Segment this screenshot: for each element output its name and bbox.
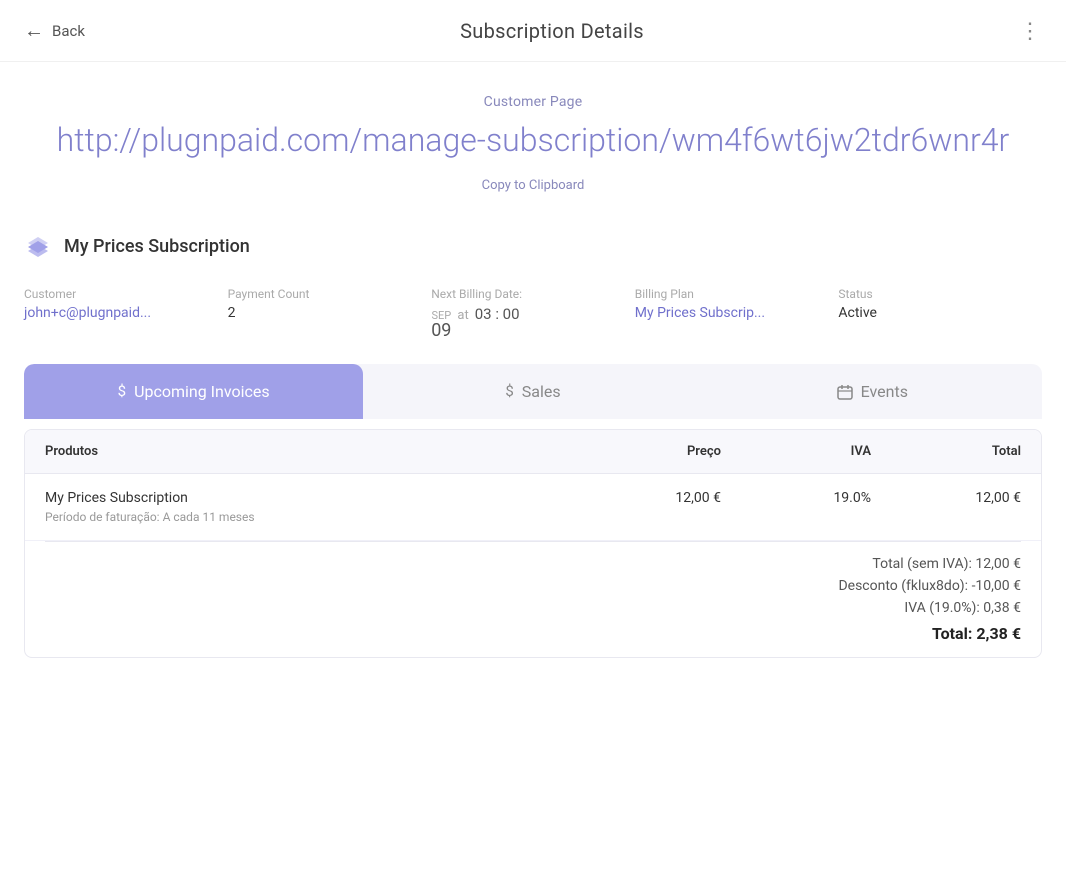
grand-total-value: 2,38 € <box>976 624 1021 643</box>
status-value: Active <box>838 305 1042 321</box>
billing-plan-col: Billing Plan My Prices Subscrip... <box>635 287 839 321</box>
tab-events-label: Events <box>861 382 908 401</box>
col-iva: IVA <box>721 444 871 459</box>
tab-sales-label: Sales <box>522 382 561 401</box>
grand-total-line: Total: 2,38 € <box>45 624 1021 643</box>
desconto-value: -10,00 € <box>972 578 1021 594</box>
row-period: Período de faturação: A cada 11 meses <box>45 510 1021 524</box>
col-total: Total <box>871 444 1021 459</box>
invoice-table: Produtos Preço IVA Total My Prices Subsc… <box>24 429 1042 658</box>
customer-page-label: Customer Page <box>40 94 1026 110</box>
payment-count-value: 2 <box>228 305 432 321</box>
billing-time: 03 : 00 <box>475 305 520 323</box>
subscription-name: My Prices Subscription <box>64 236 250 257</box>
table-row: My Prices Subscription 12,00 € 19.0% 12,… <box>25 474 1041 541</box>
billing-plan-value[interactable]: My Prices Subscrip... <box>635 305 839 321</box>
calendar-icon-events <box>837 382 853 400</box>
status-col: Status Active <box>838 287 1042 321</box>
iva-value: 0,38 € <box>983 600 1021 616</box>
row-preco: 12,00 € <box>571 490 721 506</box>
billing-date-value: SEP 09 at 03 : 00 <box>431 305 635 340</box>
tabs-container: $ Upcoming Invoices $ Sales Events <box>0 364 1066 419</box>
more-icon: ⋮ <box>1019 18 1042 43</box>
billing-day: 09 <box>431 322 451 340</box>
customer-col: Customer john+c@plugnpaid... <box>24 287 228 321</box>
dollar-icon-sales: $ <box>505 382 513 400</box>
layers-icon <box>24 233 52 261</box>
billing-date-col: Next Billing Date: SEP 09 at 03 : 00 <box>431 287 635 340</box>
back-arrow-icon: ← <box>24 18 44 43</box>
customer-label: Customer <box>24 287 228 301</box>
copy-clipboard-button[interactable]: Copy to Clipboard <box>482 178 585 193</box>
tab-upcoming-invoices[interactable]: $ Upcoming Invoices <box>24 364 363 419</box>
total-sem-iva-label: Total (sem IVA): <box>872 556 972 572</box>
billing-plan-label: Billing Plan <box>635 287 839 301</box>
tab-sales[interactable]: $ Sales <box>363 364 702 419</box>
dollar-icon-upcoming: $ <box>118 382 126 400</box>
table-header: Produtos Preço IVA Total <box>25 430 1041 474</box>
header: ← Back Subscription Details ⋮ <box>0 0 1066 62</box>
tab-upcoming-label: Upcoming Invoices <box>134 382 270 401</box>
billing-at: at <box>457 308 468 323</box>
customer-page-section: Customer Page http://plugnpaid.com/manag… <box>0 62 1066 213</box>
desconto-label: Desconto (fklux8do): <box>838 578 968 594</box>
totals-section: Total (sem IVA): 12,00 € Desconto (fklux… <box>25 542 1041 657</box>
status-label: Status <box>838 287 1042 301</box>
back-button[interactable]: ← Back <box>24 18 85 43</box>
customer-page-url[interactable]: http://plugnpaid.com/manage-subscription… <box>40 120 1026 162</box>
table-row-main: My Prices Subscription 12,00 € 19.0% 12,… <box>45 490 1021 506</box>
row-iva: 19.0% <box>721 490 871 506</box>
row-total: 12,00 € <box>871 490 1021 506</box>
page-title: Subscription Details <box>460 19 644 43</box>
grand-total-label: Total: <box>932 624 972 643</box>
iva-label: IVA (19.0%): <box>904 600 979 616</box>
customer-value[interactable]: john+c@plugnpaid... <box>24 305 228 321</box>
iva-line: IVA (19.0%): 0,38 € <box>45 600 1021 616</box>
subscription-info-row: Customer john+c@plugnpaid... Payment Cou… <box>0 271 1066 364</box>
total-sem-iva-line: Total (sem IVA): 12,00 € <box>45 556 1021 572</box>
tabs: $ Upcoming Invoices $ Sales Events <box>24 364 1042 419</box>
payment-count-col: Payment Count 2 <box>228 287 432 321</box>
row-product-name: My Prices Subscription <box>45 490 571 506</box>
subscription-title-section: My Prices Subscription <box>0 213 1066 271</box>
desconto-line: Desconto (fklux8do): -10,00 € <box>45 578 1021 594</box>
payment-count-label: Payment Count <box>228 287 432 301</box>
next-billing-label: Next Billing Date: <box>431 287 635 301</box>
col-preco: Preço <box>571 444 721 459</box>
back-label: Back <box>52 22 85 40</box>
col-produtos: Produtos <box>45 444 571 459</box>
total-sem-iva-value: 12,00 € <box>975 556 1021 572</box>
more-options-button[interactable]: ⋮ <box>1019 20 1042 42</box>
tab-events[interactable]: Events <box>703 364 1042 419</box>
